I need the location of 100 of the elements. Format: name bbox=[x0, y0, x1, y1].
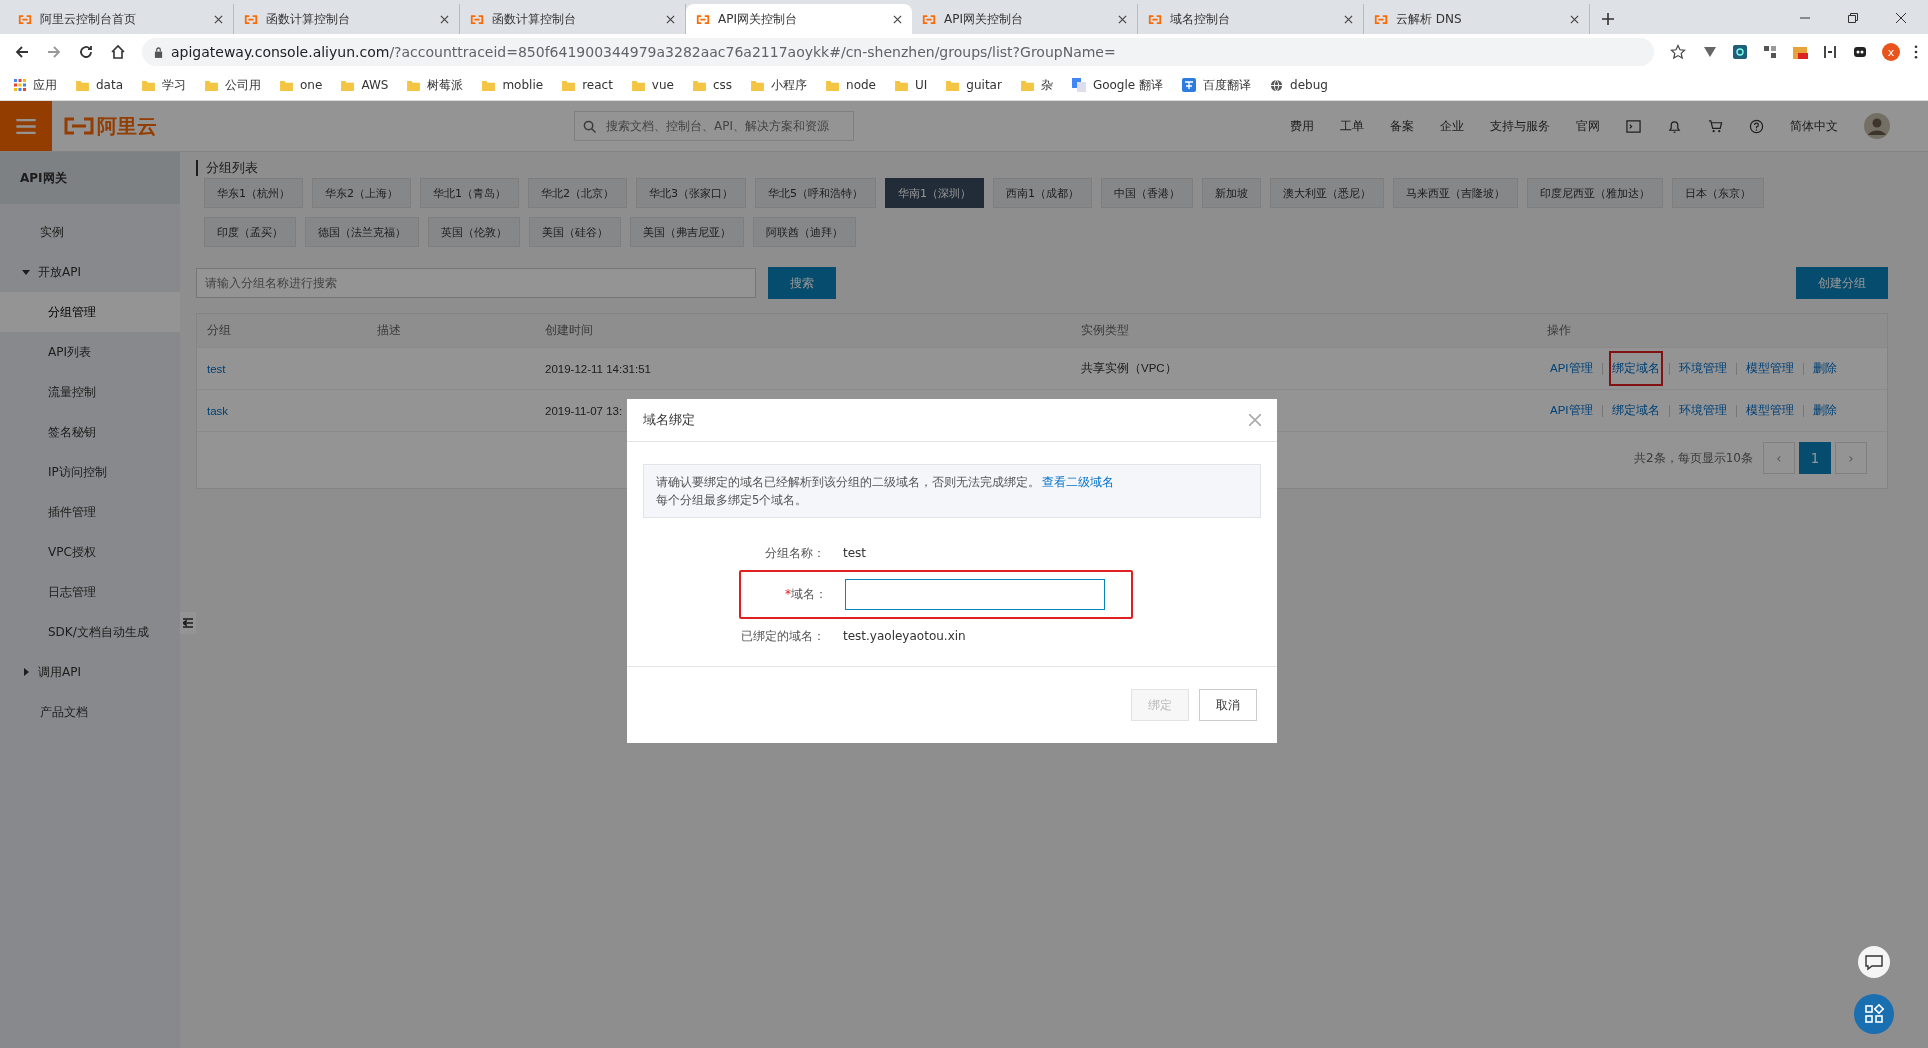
group-link[interactable]: test bbox=[207, 362, 226, 375]
region-tab[interactable]: 中国（香港） bbox=[1101, 178, 1193, 208]
extension-icon[interactable] bbox=[1762, 44, 1778, 60]
bookmark[interactable]: AWS bbox=[341, 78, 389, 92]
nav-link[interactable]: 支持与服务 bbox=[1490, 117, 1550, 135]
region-tab[interactable]: 华北2（北京） bbox=[528, 178, 627, 208]
create-group-button[interactable]: 创建分组 bbox=[1796, 267, 1888, 299]
bookmark[interactable]: react bbox=[562, 78, 613, 92]
browser-tab[interactable]: API网关控制台 bbox=[686, 4, 912, 34]
bookmark[interactable]: guitar bbox=[946, 78, 1002, 92]
bookmark[interactable]: one bbox=[280, 78, 323, 92]
bookmark[interactable]: 百度翻译 bbox=[1182, 76, 1252, 94]
help-icon[interactable] bbox=[1749, 118, 1764, 134]
forward-icon[interactable] bbox=[46, 44, 62, 60]
search-field[interactable]: 搜索文档、控制台、API、解决方案和资源 bbox=[574, 111, 854, 141]
nav-link[interactable]: 费用 bbox=[1290, 117, 1314, 135]
bookmark[interactable]: UI bbox=[895, 78, 928, 92]
region-tab[interactable]: 华东2（上海） bbox=[312, 178, 411, 208]
region-tab[interactable]: 印度（孟买） bbox=[204, 217, 296, 247]
bookmark[interactable]: 杂 bbox=[1020, 76, 1053, 94]
search-field[interactable]: 请输入分组名称进行搜索 bbox=[196, 268, 756, 298]
browser-tab[interactable]: 阿里云控制台首页 bbox=[8, 4, 234, 34]
region-tab[interactable]: 华北5（呼和浩特） bbox=[755, 178, 876, 208]
chat-icon[interactable] bbox=[1858, 946, 1890, 978]
action-link[interactable]: 模型管理 bbox=[1742, 355, 1797, 382]
sidebar-item[interactable]: API列表 bbox=[0, 332, 180, 372]
avatar[interactable] bbox=[1864, 113, 1890, 139]
action-link[interactable]: 环境管理 bbox=[1675, 397, 1730, 424]
bookmark[interactable]: debug bbox=[1270, 78, 1328, 92]
home-icon[interactable] bbox=[110, 44, 126, 60]
bookmark[interactable]: 学习 bbox=[142, 76, 187, 94]
close-icon[interactable] bbox=[214, 14, 223, 24]
bookmark[interactable]: node bbox=[826, 78, 876, 92]
reload-icon[interactable] bbox=[78, 44, 94, 60]
bookmark[interactable]: moblie bbox=[482, 78, 544, 92]
terminal-icon[interactable] bbox=[1626, 118, 1641, 134]
action-link[interactable]: API管理 bbox=[1547, 355, 1596, 382]
region-tab[interactable]: 华北3（张家口） bbox=[636, 178, 746, 208]
bookmark[interactable]: 公司用 bbox=[205, 76, 262, 94]
close-icon[interactable] bbox=[1570, 14, 1579, 24]
browser-tab[interactable]: 函数计算控制台 bbox=[234, 4, 460, 34]
close-icon[interactable] bbox=[1896, 13, 1906, 23]
sidebar-item[interactable]: 调用API bbox=[0, 652, 180, 692]
cart-icon[interactable] bbox=[1708, 118, 1723, 134]
region-tab[interactable]: 新加坡 bbox=[1202, 178, 1261, 208]
sidebar-item[interactable]: 分组管理 bbox=[0, 292, 180, 332]
nav-link[interactable]: 工单 bbox=[1340, 117, 1364, 135]
sidebar-item[interactable]: SDK/文档自动生成 bbox=[0, 612, 180, 652]
close-icon[interactable] bbox=[1344, 14, 1353, 24]
new-tab-icon[interactable] bbox=[1602, 13, 1614, 25]
action-link[interactable]: 绑定域名 bbox=[1608, 397, 1663, 424]
nav-link[interactable]: 备案 bbox=[1390, 117, 1414, 135]
sidebar-item[interactable]: 产品文档 bbox=[0, 692, 180, 732]
back-icon[interactable] bbox=[14, 44, 30, 60]
region-tab[interactable]: 澳大利亚（悉尼） bbox=[1270, 178, 1384, 208]
bookmark[interactable]: vue bbox=[631, 78, 674, 92]
profile-avatar[interactable]: x bbox=[1882, 43, 1900, 61]
close-icon[interactable] bbox=[666, 14, 675, 24]
region-tab[interactable]: 美国（弗吉尼亚） bbox=[630, 217, 744, 247]
notice-link[interactable]: 查看二级域名 bbox=[1042, 475, 1114, 489]
browser-tab[interactable]: API网关控制台 bbox=[912, 4, 1138, 34]
action-link[interactable]: API管理 bbox=[1547, 397, 1596, 424]
group-link[interactable]: task bbox=[207, 404, 229, 417]
browser-tab[interactable]: 云解析 DNS bbox=[1364, 4, 1590, 34]
action-link[interactable]: 环境管理 bbox=[1675, 355, 1730, 382]
star-icon[interactable] bbox=[1670, 44, 1686, 60]
sidebar-item[interactable]: 插件管理 bbox=[0, 492, 180, 532]
region-tab[interactable]: 美国（硅谷） bbox=[529, 217, 621, 247]
region-tab[interactable]: 马来西亚（吉隆坡） bbox=[1393, 178, 1518, 208]
region-tab[interactable]: 华南1（深圳） bbox=[885, 178, 984, 208]
bookmark[interactable]: Google 翻译 bbox=[1071, 76, 1164, 94]
region-tab[interactable]: 日本（东京） bbox=[1672, 178, 1764, 208]
region-tab[interactable]: 华东1（杭州） bbox=[204, 178, 303, 208]
region-tab[interactable]: 西南1（成都） bbox=[993, 178, 1092, 208]
bookmark[interactable]: 应用 bbox=[14, 76, 57, 94]
bookmark[interactable]: 小程序 bbox=[751, 76, 808, 94]
region-tab[interactable]: 德国（法兰克福） bbox=[305, 217, 419, 247]
sidebar-item[interactable]: 日志管理 bbox=[0, 572, 180, 612]
action-link[interactable]: 模型管理 bbox=[1742, 397, 1797, 424]
search-button[interactable]: 搜索 bbox=[768, 267, 836, 299]
bookmark[interactable]: css bbox=[692, 78, 733, 92]
close-icon[interactable] bbox=[1118, 14, 1127, 24]
extension-icon[interactable] bbox=[1732, 44, 1748, 60]
sidebar-item[interactable]: IP访问控制 bbox=[0, 452, 180, 492]
region-tab[interactable]: 英国（伦敦） bbox=[428, 217, 520, 247]
sidebar-item[interactable]: 实例 bbox=[0, 212, 180, 252]
address-bar[interactable]: apigateway.console.aliyun.com/?accounttraceid=850f641900344979a3282aac76a2117aoykk#/cn-shenzhen/groups/list?GroupName= bbox=[142, 38, 1654, 66]
browser-tab[interactable]: 域名控制台 bbox=[1138, 4, 1364, 34]
action-link[interactable]: 删除 bbox=[1809, 355, 1840, 382]
menu-icon[interactable] bbox=[1914, 45, 1918, 59]
close-icon[interactable] bbox=[440, 14, 449, 24]
nav-link[interactable]: 官网 bbox=[1576, 117, 1600, 135]
bell-icon[interactable] bbox=[1667, 118, 1682, 134]
close-icon[interactable] bbox=[893, 14, 902, 24]
region-tab[interactable]: 阿联酋（迪拜） bbox=[753, 217, 856, 247]
language-link[interactable]: 简体中文 bbox=[1790, 117, 1838, 135]
bookmark[interactable]: 树莓派 bbox=[407, 76, 464, 94]
collapse-icon[interactable] bbox=[180, 612, 196, 634]
bookmark[interactable]: data bbox=[76, 78, 124, 92]
action-link[interactable]: 删除 bbox=[1809, 397, 1840, 424]
